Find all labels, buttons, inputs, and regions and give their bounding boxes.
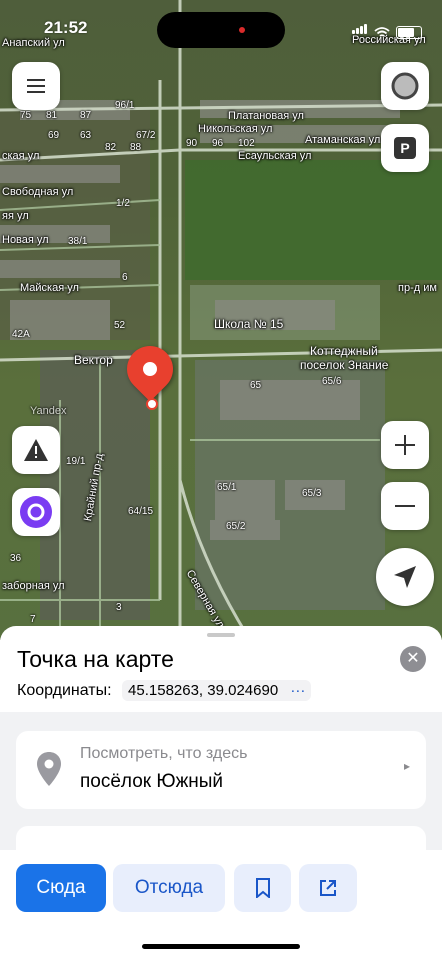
parking-button[interactable]: P bbox=[381, 124, 429, 172]
battery-icon bbox=[396, 26, 422, 39]
warning-icon bbox=[24, 439, 48, 461]
house-number: 90 bbox=[186, 138, 198, 149]
lookup-card[interactable]: Посмотреть, что здесь посёлок Южный ▸ bbox=[16, 731, 426, 809]
house-number: 81 bbox=[46, 110, 58, 121]
route-from-here-button[interactable]: Отсюда bbox=[113, 864, 225, 912]
bottom-sheet: Точка на карте ✕ Координаты: 45.158263, … bbox=[0, 626, 442, 960]
house-number: 38/1 bbox=[68, 236, 88, 247]
house-number: 75 bbox=[20, 110, 32, 121]
lookup-place-name: посёлок Южный bbox=[80, 771, 224, 792]
wifi-icon bbox=[374, 27, 390, 37]
alice-icon bbox=[20, 496, 52, 528]
house-number: 96 bbox=[212, 138, 224, 149]
coordinates-more-icon[interactable]: ··· bbox=[290, 682, 305, 699]
zoom-in-icon bbox=[395, 435, 415, 455]
house-number: 42А bbox=[12, 329, 30, 340]
house-number: 63 bbox=[80, 130, 92, 141]
zoom-out-button[interactable] bbox=[381, 482, 429, 530]
house-number: 1/2 bbox=[116, 198, 130, 209]
menu-button[interactable] bbox=[12, 62, 60, 110]
close-icon: ✕ bbox=[406, 650, 420, 667]
house-number: 96/1 bbox=[115, 100, 135, 111]
zoom-in-button[interactable] bbox=[381, 421, 429, 469]
street-label: яя ул bbox=[2, 210, 29, 222]
house-number: 19/1 bbox=[66, 456, 86, 467]
house-number: 65 bbox=[250, 380, 262, 391]
menu-icon bbox=[27, 79, 45, 93]
close-button[interactable]: ✕ bbox=[400, 646, 426, 672]
signal-icon bbox=[352, 21, 368, 39]
house-number: 82 bbox=[105, 142, 117, 153]
street-label: заборная ул bbox=[2, 580, 65, 592]
house-number: 36 bbox=[10, 553, 22, 564]
zoom-out-icon bbox=[395, 505, 415, 507]
share-icon bbox=[320, 880, 336, 896]
coordinates-row: Координаты: 45.158263, 39.024690 ··· bbox=[17, 680, 312, 701]
my-location-button[interactable] bbox=[376, 548, 434, 606]
location-arrow-icon bbox=[394, 566, 416, 588]
parking-icon: P bbox=[394, 137, 416, 159]
action-bar: Сюда Отсюда bbox=[0, 850, 442, 960]
street-label: Новая ул bbox=[2, 234, 49, 246]
house-number: 69 bbox=[48, 130, 60, 141]
place-pin-icon bbox=[37, 752, 61, 786]
map-view[interactable]: Анапский ул Российская ул Платановая ул … bbox=[0, 0, 442, 640]
house-number: 6 bbox=[122, 272, 128, 283]
map-pin-point bbox=[146, 398, 158, 410]
bookmark-button[interactable] bbox=[234, 864, 291, 912]
house-number: 65/3 bbox=[302, 488, 322, 499]
speedometer-button[interactable] bbox=[381, 62, 429, 110]
house-number: 52 bbox=[114, 320, 126, 331]
coordinates-label: Координаты: bbox=[17, 682, 112, 699]
house-number: 88 bbox=[130, 142, 142, 153]
status-bar: 21:52 bbox=[0, 0, 442, 56]
street-label: Свободная ул bbox=[2, 186, 74, 198]
house-number: 65/1 bbox=[217, 482, 237, 493]
street-label: Платановая ул bbox=[228, 110, 304, 122]
house-number: 7 bbox=[30, 614, 36, 625]
house-number: 67/2 bbox=[136, 130, 156, 141]
poi-label-vektor: Вектор bbox=[74, 353, 113, 367]
poi-label-cottage: Коттеджный bbox=[310, 344, 378, 358]
house-number: 102 bbox=[238, 138, 255, 149]
home-indicator bbox=[142, 944, 300, 949]
street-label: Никольская ул bbox=[198, 123, 273, 135]
lookup-subtitle: Посмотреть, что здесь bbox=[80, 745, 248, 762]
house-number: 64/15 bbox=[128, 506, 154, 517]
road-events-button[interactable] bbox=[12, 426, 60, 474]
street-label: пр-д им bbox=[398, 282, 437, 294]
street-label: ская ул bbox=[2, 150, 40, 162]
share-button[interactable] bbox=[299, 864, 357, 912]
sheet-title: Точка на карте bbox=[17, 646, 174, 672]
school-label: Школа № 15 bbox=[214, 317, 284, 331]
svg-text:P: P bbox=[400, 140, 409, 156]
route-to-here-button[interactable]: Сюда bbox=[16, 864, 106, 912]
street-label: Майская ул bbox=[20, 282, 79, 294]
street-label: Атаманская ул bbox=[305, 134, 381, 146]
chevron-right-icon: ▸ bbox=[403, 759, 410, 773]
yandex-watermark: Yandex bbox=[30, 405, 67, 417]
house-number: 87 bbox=[80, 110, 92, 121]
dynamic-island bbox=[157, 12, 285, 48]
house-number: 3 bbox=[116, 602, 122, 613]
sheet-grabber[interactable] bbox=[207, 633, 235, 637]
house-number: 65/6 bbox=[322, 376, 342, 387]
house-number: 65/2 bbox=[226, 521, 246, 532]
status-icons bbox=[352, 21, 422, 39]
speedometer-icon bbox=[391, 72, 419, 100]
street-label: Есаульская ул bbox=[238, 150, 312, 162]
alice-button[interactable] bbox=[12, 488, 60, 536]
bookmark-icon bbox=[255, 878, 270, 898]
poi-label-cottage-2: поселок Знание bbox=[300, 358, 389, 372]
coordinates-value[interactable]: 45.158263, 39.024690 ··· bbox=[122, 680, 312, 701]
status-time: 21:52 bbox=[44, 18, 88, 37]
